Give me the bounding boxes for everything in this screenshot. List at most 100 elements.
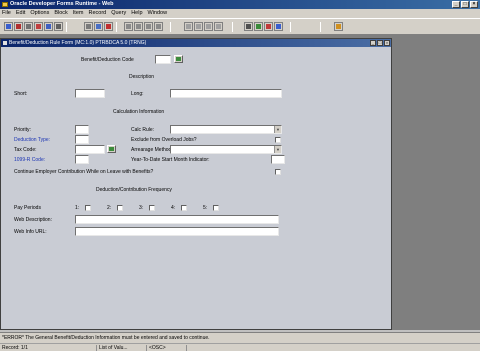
tax-code-lov-button[interactable] bbox=[107, 145, 116, 153]
menu-record[interactable]: Record bbox=[88, 9, 106, 18]
menu-edit[interactable]: Edit bbox=[16, 9, 25, 18]
short-label: Short: bbox=[14, 91, 28, 97]
period-2-checkbox[interactable] bbox=[117, 205, 123, 211]
form-close-button[interactable]: × bbox=[384, 40, 390, 46]
osc-indicator: <OSC> bbox=[146, 345, 186, 351]
period-1-checkbox[interactable] bbox=[85, 205, 91, 211]
delete-record-button[interactable] bbox=[194, 22, 203, 31]
help-icon bbox=[276, 24, 281, 29]
paste-icon bbox=[56, 24, 61, 29]
period-5-checkbox[interactable] bbox=[213, 205, 219, 211]
menu-help[interactable]: Help bbox=[131, 9, 142, 18]
form-titlebar: Benefit/Deduction Rule Form (MC:1.0) PTR… bbox=[1, 39, 391, 47]
long-description-field[interactable] bbox=[170, 89, 282, 98]
deduction-type-field[interactable] bbox=[75, 135, 89, 144]
menu-query[interactable]: Query bbox=[111, 9, 126, 18]
long-label: Long: bbox=[131, 91, 144, 97]
arrearage-method-select[interactable]: ▼ bbox=[170, 145, 282, 154]
record-indicator: Record: 1/1 bbox=[2, 345, 28, 351]
status-cell-empty bbox=[186, 345, 216, 351]
menu-bar: File Edit Options Block Item Record Quer… bbox=[0, 9, 480, 18]
cancel-query-button[interactable] bbox=[104, 22, 113, 31]
execute-query-button[interactable] bbox=[94, 22, 103, 31]
enter-query-button[interactable] bbox=[84, 22, 93, 31]
close-button[interactable]: × bbox=[470, 1, 478, 8]
edit-icon bbox=[246, 24, 251, 29]
toolbar-separator bbox=[290, 22, 291, 32]
form-minimize-button[interactable]: _ bbox=[370, 40, 376, 46]
list-of-values-button[interactable] bbox=[254, 22, 263, 31]
toolbar-separator bbox=[232, 22, 233, 32]
short-description-field[interactable] bbox=[75, 89, 105, 98]
web-info-url-field[interactable] bbox=[75, 227, 279, 236]
last-record-button[interactable] bbox=[154, 22, 163, 31]
tax-code-field[interactable] bbox=[75, 145, 105, 154]
next-record-button[interactable] bbox=[144, 22, 153, 31]
enter-query-icon bbox=[86, 24, 91, 29]
period-3-checkbox[interactable] bbox=[149, 205, 155, 211]
previous-record-icon bbox=[136, 24, 141, 29]
minimize-button[interactable]: _ bbox=[452, 1, 460, 8]
exit-button[interactable] bbox=[14, 22, 23, 31]
copy-button[interactable] bbox=[44, 22, 53, 31]
tax-code-label: Tax Code: bbox=[14, 147, 37, 153]
exclude-overload-checkbox[interactable] bbox=[275, 137, 281, 143]
deduction-type-label: Deduction Type: bbox=[14, 137, 51, 143]
continue-employer-label: Continue Employer Contribution While on … bbox=[14, 169, 154, 175]
ytd-start-field[interactable] bbox=[271, 155, 285, 164]
priority-label: Priority: bbox=[14, 127, 31, 133]
period-2-label: 2: bbox=[107, 205, 112, 211]
period-5-label: 5: bbox=[203, 205, 208, 211]
edit-button[interactable] bbox=[244, 22, 253, 31]
priority-field[interactable] bbox=[75, 125, 89, 134]
toolbar-separator bbox=[170, 22, 171, 32]
list-of-values-icon bbox=[109, 147, 114, 151]
form-maximize-button[interactable]: □ bbox=[377, 40, 383, 46]
save-button[interactable] bbox=[4, 22, 13, 31]
cut-button[interactable] bbox=[34, 22, 43, 31]
period-3-label: 3: bbox=[139, 205, 144, 211]
menu-item[interactable]: Item bbox=[73, 9, 84, 18]
display-list-button[interactable] bbox=[264, 22, 273, 31]
clear-record-button[interactable] bbox=[204, 22, 213, 31]
status-line: Record: 1/1 List of Valu... <OSC> bbox=[0, 343, 480, 351]
form-icon bbox=[3, 41, 7, 45]
form-window: Benefit/Deduction Rule Form (MC:1.0) PTR… bbox=[0, 38, 392, 330]
calc-rule-select[interactable]: ▼ bbox=[170, 125, 282, 134]
help-button[interactable] bbox=[274, 22, 283, 31]
continue-employer-checkbox[interactable] bbox=[275, 169, 281, 175]
first-record-button[interactable] bbox=[124, 22, 133, 31]
arrearage-method-label: Arrearage Method: bbox=[131, 147, 173, 153]
delete-record-icon bbox=[196, 24, 201, 29]
frequency-header: Deduction/Contribution Frequency bbox=[96, 187, 172, 193]
benefit-code-lov-button[interactable] bbox=[174, 55, 183, 63]
form-1099r-field[interactable] bbox=[75, 155, 89, 164]
menu-file[interactable]: File bbox=[2, 9, 11, 18]
cancel-query-icon bbox=[106, 24, 111, 29]
chevron-down-icon[interactable]: ▼ bbox=[274, 146, 281, 153]
maximize-button[interactable]: □ bbox=[461, 1, 469, 8]
exclude-overload-label: Exclude from Overload Jobs? bbox=[131, 137, 197, 143]
previous-record-button[interactable] bbox=[134, 22, 143, 31]
web-info-url-label: Web Info URL: bbox=[14, 229, 47, 235]
paste-button[interactable] bbox=[54, 22, 63, 31]
toolbar bbox=[0, 18, 480, 35]
menu-block[interactable]: Block bbox=[54, 9, 67, 18]
calc-rule-label: Calc Rule: bbox=[131, 127, 155, 133]
insert-record-button[interactable] bbox=[184, 22, 193, 31]
menu-options[interactable]: Options bbox=[30, 9, 49, 18]
print-button[interactable] bbox=[24, 22, 33, 31]
window-button[interactable] bbox=[334, 22, 343, 31]
menu-window[interactable]: Window bbox=[148, 9, 168, 18]
period-4-checkbox[interactable] bbox=[181, 205, 187, 211]
oracle-app-icon bbox=[2, 2, 8, 7]
print-icon bbox=[26, 24, 31, 29]
benefit-code-field[interactable] bbox=[155, 55, 171, 64]
window-icon bbox=[336, 24, 341, 29]
calculation-header: Calculation Information bbox=[113, 109, 165, 115]
chevron-down-icon[interactable]: ▼ bbox=[274, 126, 281, 133]
lock-record-icon bbox=[216, 24, 221, 29]
web-description-field[interactable] bbox=[75, 215, 279, 224]
lock-record-button[interactable] bbox=[214, 22, 223, 31]
period-4-label: 4: bbox=[171, 205, 176, 211]
